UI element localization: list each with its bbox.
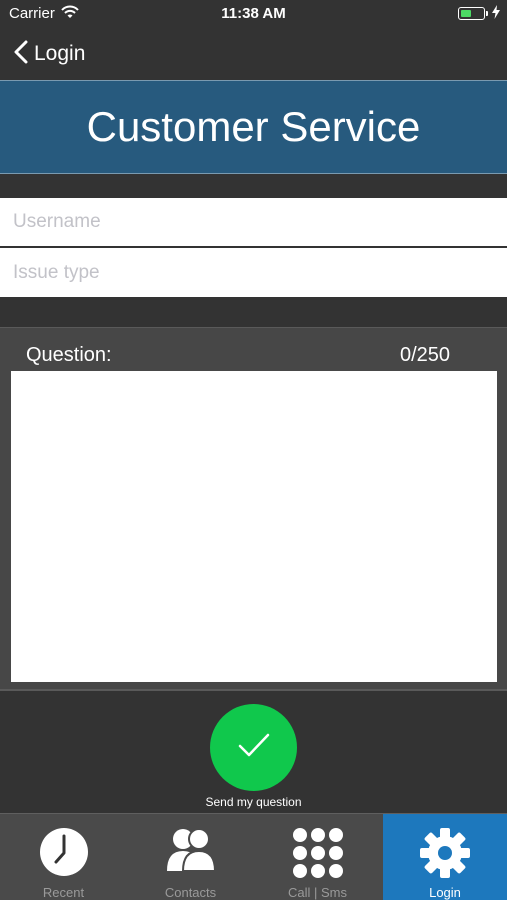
nav-bar: Login [0,28,507,80]
tab-label: Call | Sms [288,885,347,900]
back-label: Login [34,42,86,65]
question-panel: Question: 0/250 [0,327,507,691]
page-title: Customer Service [86,103,421,150]
tab-login[interactable]: Login [383,814,507,900]
tab-recent[interactable]: Recent [0,814,127,900]
contacts-icon [127,827,254,871]
send-question-label: Send my question [205,795,302,809]
issue-type-field-container [0,248,507,297]
clock-icon [0,827,127,877]
username-field[interactable] [0,198,507,246]
chevron-left-icon [14,40,28,69]
tab-label: Login [429,885,461,900]
battery-tip [486,11,488,16]
tab-label: Recent [42,885,85,900]
charging-icon [492,5,500,24]
gear-icon [383,827,507,879]
battery-level [461,10,471,17]
tab-contacts[interactable]: Contacts [127,814,254,900]
status-time: 11:38 AM [221,5,286,22]
issue-type-field[interactable] [0,248,507,297]
header-banner: Customer Service [0,80,507,174]
question-label: Question: [26,344,112,366]
back-button[interactable]: Login [14,39,85,69]
tab-bar: Recent Contacts Call | Sms Login [0,813,507,900]
username-field-container [0,198,507,246]
keypad-icon [254,827,381,879]
send-question-button[interactable] [210,704,297,791]
status-bar: Carrier 11:38 AM [0,0,507,28]
character-counter: 0/250 [400,344,451,366]
tab-label: Contacts [164,885,217,900]
tab-call-sms[interactable]: Call | Sms [254,814,381,900]
question-textarea[interactable] [11,371,497,682]
battery-icon [458,7,485,20]
checkmark-icon [237,732,271,763]
